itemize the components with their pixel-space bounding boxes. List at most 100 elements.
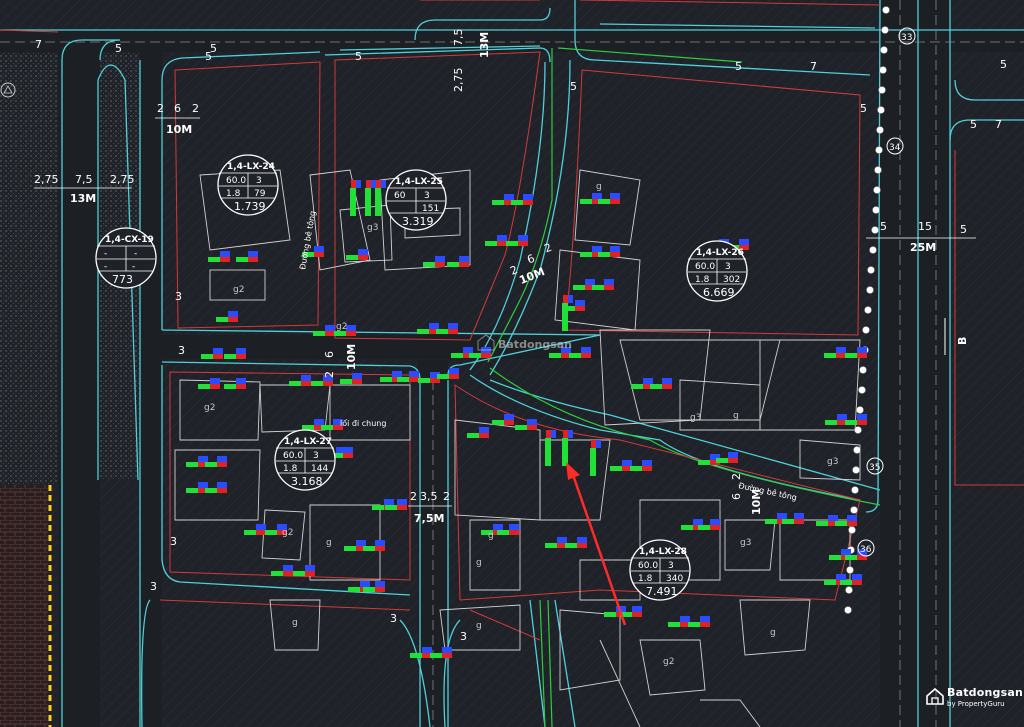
- lot-area: 1.739: [234, 200, 266, 213]
- building-label: g: [292, 618, 298, 628]
- svg-text:35: 35: [869, 463, 880, 473]
- corner-radius-label: 5: [1000, 58, 1007, 71]
- lot-area: 3.319: [402, 215, 434, 228]
- building-label: g2: [204, 403, 215, 413]
- label-10m-top: 10M: [166, 123, 192, 136]
- lot-cell: 3: [313, 451, 319, 461]
- watermark-sub: by PropertyGuru: [947, 700, 1005, 708]
- lot-cell: 3: [725, 262, 731, 272]
- lot-cell: 60: [394, 191, 406, 201]
- lot-cell: 302: [723, 275, 740, 285]
- lot-area: 7.491: [646, 585, 678, 598]
- lot-cell: -: [134, 249, 137, 259]
- corner-radius-label: 7: [810, 60, 817, 73]
- building-label: g: [476, 558, 482, 568]
- lot-circle-4: 1,4-LX-26 60.0 3 1.8 3026.669: [686, 240, 748, 302]
- building-label: g2: [336, 322, 347, 332]
- road-name-2: lối đi chung: [340, 418, 386, 428]
- corner-radius-label: 3: [460, 630, 467, 643]
- lot-circle-5: 1,4-LX-27 60.0 3 1.8 1443.168: [274, 429, 336, 491]
- building-label: g3: [740, 538, 751, 548]
- dim-10m-top-2: 6: [174, 102, 181, 115]
- dim-10m-top-3: 2: [192, 102, 199, 115]
- dim-75m-3: 2: [443, 490, 450, 503]
- svg-text:Batdongsan: Batdongsan: [498, 338, 572, 351]
- corner-radius-label: 7: [995, 118, 1002, 131]
- label-75m: 7,5M: [414, 512, 444, 525]
- dim-10m-right-2: 6: [730, 493, 743, 500]
- svg-text:33: 33: [901, 33, 912, 43]
- dim-75m-1: 2: [410, 490, 417, 503]
- lot-cell: 1.8: [226, 189, 241, 199]
- lot-code: 1,4-LX-26: [696, 248, 744, 258]
- building-label: g: [476, 621, 482, 631]
- cad-map-stage: 2,75 7,5 2,75 13M 2 6 2 10M 2,75 7,5 13M…: [0, 0, 1024, 727]
- building-label: g2: [282, 528, 293, 538]
- lot-code: 1,4-CX-19: [105, 235, 154, 245]
- lot-circle-3: 1,4-CX-19- -- -773: [95, 227, 157, 289]
- corner-radius-label: 5: [570, 80, 577, 93]
- building-label: g3: [690, 413, 701, 423]
- svg-text:34: 34: [889, 143, 901, 153]
- lot-area: 6.669: [703, 286, 735, 299]
- lot-cell: 60.0: [283, 451, 303, 461]
- label-10m-mid: 10M: [345, 344, 358, 370]
- corner-radius-label: 3: [178, 344, 185, 357]
- corner-radius-label: 3: [170, 535, 177, 548]
- corner-radius-label: 5: [205, 50, 212, 63]
- lot-cell: 3: [668, 561, 674, 571]
- brick-area: [0, 485, 48, 727]
- dim-13m-top-2: 7,5: [452, 29, 465, 47]
- svg-text:36: 36: [860, 545, 872, 555]
- lot-circle-6: 1,4-LX-28 60.0 3 1.8 3407.491: [629, 539, 691, 601]
- label-25m: 25M: [910, 241, 936, 254]
- corner-radius-label: 5: [735, 60, 742, 73]
- lot-code: 1,4-LX-27: [284, 437, 332, 447]
- lot-code: 1,4-LX-28: [639, 547, 687, 557]
- lot-code: 1,4-LX-24: [227, 162, 275, 172]
- lot-cell: 340: [666, 574, 683, 584]
- building-label: g: [326, 538, 332, 548]
- corner-radius-label: 3: [150, 580, 157, 593]
- lot-cell: 60.0: [638, 561, 658, 571]
- lot-circle-1: 1,4-LX-24 60.0 3 1.8 791.739: [217, 154, 279, 216]
- watermark-brand: Batdongsan: [947, 686, 1024, 699]
- lot-cell: 151: [422, 204, 439, 214]
- lot-cell: 1.8: [638, 574, 653, 584]
- corner-radius-label: 5: [115, 42, 122, 55]
- batdongsan-watermark: Batdongsan by PropertyGuru: [925, 686, 1024, 722]
- lot-area: 773: [112, 273, 133, 286]
- cad-map-svg: 2,75 7,5 2,75 13M 2 6 2 10M 2,75 7,5 13M…: [0, 0, 1024, 727]
- corner-radius-label: 3: [175, 290, 182, 303]
- dim-13m-left-1: 2,75: [34, 173, 59, 186]
- lot-cell: 79: [254, 189, 266, 199]
- dim-13m-left-2: 7,5: [75, 173, 93, 186]
- corner-radius-label: 5: [970, 118, 977, 131]
- building-label: g: [488, 531, 494, 541]
- house-logo-icon: [926, 687, 944, 705]
- dim-10m-right-1: 2: [730, 473, 743, 480]
- corner-radius-label: 5: [355, 50, 362, 63]
- building-label: g: [596, 182, 602, 192]
- lot-cell: 1.8: [695, 275, 710, 285]
- corner-radius-label: 5: [860, 102, 867, 115]
- dim-13m-left-3: 2,75: [110, 173, 135, 186]
- label-13m-top: 13M: [478, 32, 491, 58]
- lot-cell: 1.8: [283, 464, 298, 474]
- lot-cell: -: [104, 262, 107, 272]
- dim-25m-2: 15: [918, 220, 932, 233]
- building-label: g: [733, 411, 739, 421]
- lot-cell: 144: [311, 464, 328, 474]
- dim-10m-top-1: 2: [157, 102, 164, 115]
- dim-10m-mid-2: 6: [323, 351, 336, 358]
- label-13m-left: 13M: [70, 192, 96, 205]
- dim-25m-3: 5: [960, 223, 967, 236]
- building-label: g2: [233, 285, 244, 295]
- dim-25m-1: 5: [880, 220, 887, 233]
- dim-13m-top-1: 2,75: [452, 68, 465, 93]
- lot-cell: 3: [256, 176, 262, 186]
- park-area-left: [0, 50, 58, 485]
- lot-cell: -: [132, 262, 135, 272]
- corner-radius-label: 3: [390, 612, 397, 625]
- building-label: g3: [827, 457, 838, 467]
